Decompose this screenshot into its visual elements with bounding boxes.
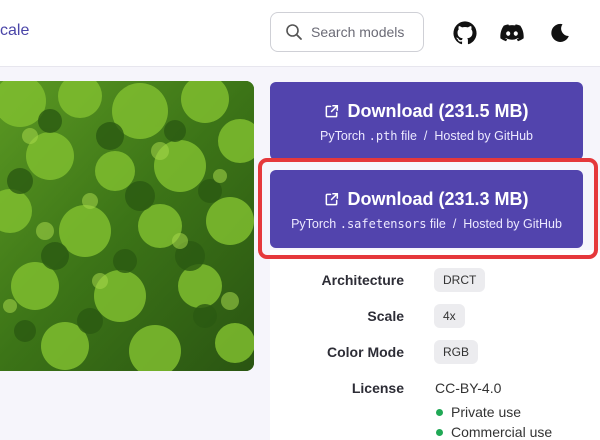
license-label: License [351, 380, 404, 396]
check-dot-icon [436, 408, 443, 416]
model-preview-image [0, 81, 254, 371]
permission-item: Commercial use [436, 424, 552, 440]
header-divider [0, 66, 600, 67]
check-dot-icon [436, 428, 443, 436]
highlight-outline [258, 158, 598, 259]
permission-label: Commercial use [451, 424, 553, 440]
search-icon [286, 24, 302, 40]
breadcrumb-link[interactable]: cale [0, 22, 29, 40]
forest-image [0, 81, 254, 371]
external-link-icon [326, 104, 339, 118]
top-header: cale [0, 0, 600, 66]
search-box[interactable] [270, 12, 424, 52]
color-mode-label: Color Mode [327, 344, 404, 360]
scale-badge[interactable]: 4x [434, 304, 465, 328]
permission-item: Private use [436, 404, 521, 420]
permission-label: Private use [451, 404, 522, 420]
color-mode-badge[interactable]: RGB [434, 340, 479, 364]
moon-icon[interactable] [548, 21, 572, 45]
github-icon[interactable] [452, 20, 478, 46]
discord-icon[interactable] [499, 20, 525, 46]
architecture-badge[interactable]: DRCT [434, 268, 486, 292]
architecture-label: Architecture [321, 272, 404, 288]
license-value[interactable]: CC-BY-4.0 [435, 380, 501, 396]
file-extension: .pth [368, 129, 398, 143]
search-input[interactable] [311, 22, 419, 42]
scale-label: Scale [367, 308, 404, 324]
format-suffix: file / Hosted by GitHub [397, 129, 534, 143]
download-title: Download (231.5 MB) [347, 101, 529, 121]
download-pth-button[interactable]: Download (231.5 MB) PyTorch .pth file / … [270, 82, 583, 160]
format-prefix: PyTorch [319, 129, 369, 143]
